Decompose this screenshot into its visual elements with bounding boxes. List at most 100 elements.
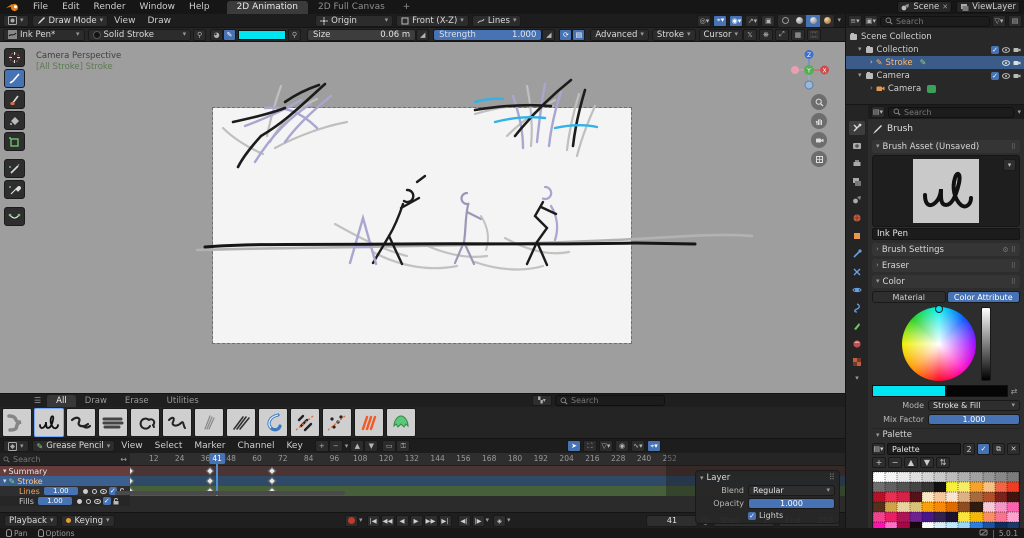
menu-view[interactable]: View [115,441,148,451]
menu-select[interactable]: Select [149,441,189,451]
palette-color-44[interactable] [970,502,982,512]
orientation-dropdown[interactable]: Front (X-Z)▾ [396,15,469,27]
properties-editor-type[interactable]: ▤▾ [871,106,885,118]
cursor-tool-button[interactable] [4,48,25,67]
fills-onion-icon[interactable] [76,497,84,505]
lines-dropdown[interactable]: Lines▾ [472,15,522,27]
palette-color-34[interactable] [995,492,1007,502]
scene-selector[interactable]: Scene ✕ [897,1,952,13]
color-wheel[interactable] [902,307,976,381]
palette-color-52[interactable] [922,512,934,522]
palette-color-13[interactable] [885,482,897,492]
snap-toggle[interactable]: ⌖▾ [713,15,727,27]
record-button[interactable] [345,515,358,527]
dope-editor-type-button[interactable]: ▾ [3,440,29,452]
lines-mask-icon[interactable] [91,487,99,495]
palette-color-55[interactable] [958,512,970,522]
palette-color-57[interactable] [983,512,995,522]
palette-color-16[interactable] [922,482,934,492]
blender-logo-icon[interactable] [6,1,22,13]
erase-tool-button[interactable] [4,90,25,109]
palette-browse-icon[interactable]: ▤▾ [872,443,885,455]
brush-preview-dropdown[interactable]: ▾ [1003,159,1016,171]
current-frame-field[interactable]: 41 [646,515,698,527]
palette-color-62[interactable] [897,522,909,528]
brush-thumb-tint[interactable] [386,408,416,437]
outliner-collection[interactable]: ▾ Collection ✓ [846,43,1024,56]
drawing-canvas[interactable] [213,108,631,343]
properties-options-icon[interactable]: ▾ [1017,109,1021,116]
palette-color-50[interactable] [897,512,909,522]
palette-color-19[interactable] [958,482,970,492]
palette-color-56[interactable] [970,512,982,522]
shading-material-button[interactable] [806,15,820,27]
lock-channels-icon[interactable]: ⚿ [396,440,410,452]
blend-dropdown[interactable]: Regular▾ [748,485,835,496]
palette-color-53[interactable] [934,512,946,522]
palette-color-71[interactable] [1007,522,1019,528]
collection-checkbox[interactable]: ✓ [991,72,999,80]
view-layer-selector[interactable]: ViewLayer [956,1,1020,13]
shelf-display-toggle[interactable]: ▚▾ [532,395,552,406]
shading-solid-button[interactable] [792,15,806,27]
prev-keyframe-button[interactable]: ◀◀ [381,515,395,527]
playback-dropdown[interactable]: Playback▾ [4,515,58,527]
navigation-gizmo[interactable]: Z X Y [787,48,831,92]
guide-toggle-icon[interactable]: ❋ [759,29,773,41]
shelf-menu-icon[interactable]: ☰ [28,396,47,405]
tab-2d-animation[interactable]: 2D Animation [227,1,308,14]
shading-rendered-button[interactable] [820,15,834,27]
snap-keys-icon[interactable]: ⌖▾ [647,440,661,452]
palette-color-20[interactable] [970,482,982,492]
fills-opacity-slider[interactable]: 1.00 [38,497,72,505]
unlink-palette-icon[interactable]: ✕ [1007,443,1020,455]
palette-color-49[interactable] [885,512,897,522]
fill-color-swatch[interactable] [946,385,1008,397]
lines-hide-icon[interactable] [100,487,108,495]
tab-material[interactable] [849,337,865,351]
primitive-tool-button[interactable] [4,132,25,151]
channel-stroke[interactable]: ▾✎Stroke [0,476,130,486]
value-slider[interactable] [981,307,991,381]
tab-world[interactable] [849,211,865,225]
palette-color-0[interactable] [873,472,885,482]
draw-tool-button[interactable] [4,69,25,88]
keyframe-summary-1[interactable] [130,467,134,475]
tab-modifiers[interactable] [849,247,865,261]
tab-2d-full-canvas[interactable]: 2D Full Canvas [308,1,395,14]
palette-color-11[interactable] [1007,472,1019,482]
active-color-swatch[interactable] [238,30,286,40]
advanced-dropdown[interactable]: Advanced▾ [590,29,649,41]
outliner-display-mode[interactable]: ≡▾ [848,15,862,27]
brush-thumb-marker-chisel[interactable] [130,408,160,437]
outliner-stroke-object[interactable]: › ✎ Stroke ✎ [846,56,1024,69]
pivot-point-button[interactable]: ◎▾ [697,15,711,27]
stroke-color-swatch[interactable] [872,385,946,397]
palette-color-39[interactable] [910,502,922,512]
palette-color-69[interactable] [983,522,995,528]
jump-to-start-button[interactable]: |◀ [367,515,380,527]
palette-color-1[interactable] [885,472,897,482]
menu-help[interactable]: Help [182,0,217,14]
palette-move-up-button[interactable]: ▲ [904,457,918,468]
palette-color-22[interactable] [995,482,1007,492]
palette-color-25[interactable] [885,492,897,502]
size-pressure-icon[interactable]: ◢ [416,29,429,41]
brush-name-field[interactable]: Ink Pen [872,228,1020,240]
palette-color-43[interactable] [958,502,970,512]
fake-user-shield-icon[interactable]: ✓ [977,443,990,455]
brush-settings-panel-header[interactable]: ›Brush Settings⚙ ⠿ [872,243,1020,256]
gizmos-toggle[interactable]: ↗▾ [745,15,759,27]
tab-texture[interactable] [849,355,865,369]
lights-checkbox[interactable]: ✓Lights [748,511,783,520]
palette-move-down-button[interactable]: ▼ [920,457,934,468]
brush-thumb-airbrush[interactable] [2,408,32,437]
prev-frame-button[interactable]: ◀| [458,515,471,527]
shelf-tab-all[interactable]: All [47,395,76,407]
duplicate-palette-icon[interactable]: ⧉ [992,443,1005,455]
add-workspace-button[interactable]: + [395,2,419,12]
tab-view-layer[interactable] [849,175,865,189]
fills-lock-icon[interactable] [112,497,120,505]
palette-color-36[interactable] [873,502,885,512]
render-camera-icon[interactable] [1013,60,1021,66]
